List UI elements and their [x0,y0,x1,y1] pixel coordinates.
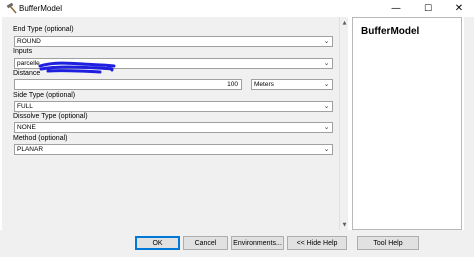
chevron-down-icon[interactable]: ⌄ [322,123,331,132]
inputs-value: parcelle [17,60,40,67]
side-type-select[interactable]: FULL ⌄ [14,101,333,112]
dissolve-type-label: Dissolve Type (optional) [13,113,88,120]
inputs-label: Inputs [13,48,33,55]
minimize-button[interactable]: — [382,0,410,17]
chevron-down-icon[interactable]: ⌄ [322,37,331,46]
ok-button[interactable]: OK [135,236,180,250]
method-value: PLANAR [17,146,44,153]
vertical-scrollbar[interactable]: ▲ ▼ [339,17,348,230]
method-select[interactable]: PLANAR ⌄ [14,144,333,155]
distance-value: 100 [227,81,238,88]
help-pane-edge [464,17,474,230]
chevron-down-icon[interactable]: ⌄ [322,80,331,89]
dissolve-type-select[interactable]: NONE ⌄ [14,122,333,133]
dissolve-type-value: NONE [17,124,36,131]
chevron-down-icon[interactable]: ⌄ [322,102,331,111]
end-type-label: End Type (optional) [13,26,74,33]
help-pane: BufferModel [352,17,462,230]
chevron-down-icon[interactable]: ⌄ [322,145,331,154]
end-type-select[interactable]: ROUND ⌄ [14,36,333,47]
end-type-value: ROUND [17,38,41,45]
side-type-value: FULL [17,103,33,110]
tool-help-button[interactable]: Tool Help [357,236,419,250]
help-title: BufferModel [361,26,420,37]
cancel-button[interactable]: Cancel [183,236,228,250]
method-label: Method (optional) [13,135,68,142]
distance-unit-select[interactable]: Meters ⌄ [251,79,333,90]
redaction-scribble [38,61,116,74]
distance-label: Distance [13,70,41,77]
side-type-label: Side Type (optional) [13,92,76,99]
title-bar: BufferModel — ☐ ✕ [0,0,474,17]
hide-help-button[interactable]: << Hide Help [287,236,347,250]
scroll-up-icon[interactable]: ▲ [340,18,349,27]
scroll-down-icon[interactable]: ▼ [340,220,349,229]
close-button[interactable]: ✕ [445,0,473,17]
maximize-button[interactable]: ☐ [414,0,442,17]
distance-unit-value: Meters [254,81,274,88]
window-title: BufferModel [19,4,62,13]
chevron-down-icon[interactable]: ⌄ [322,59,331,68]
hammer-icon [6,3,17,14]
environments-button[interactable]: Environments... [231,236,284,250]
distance-input[interactable]: 100 [14,79,242,90]
